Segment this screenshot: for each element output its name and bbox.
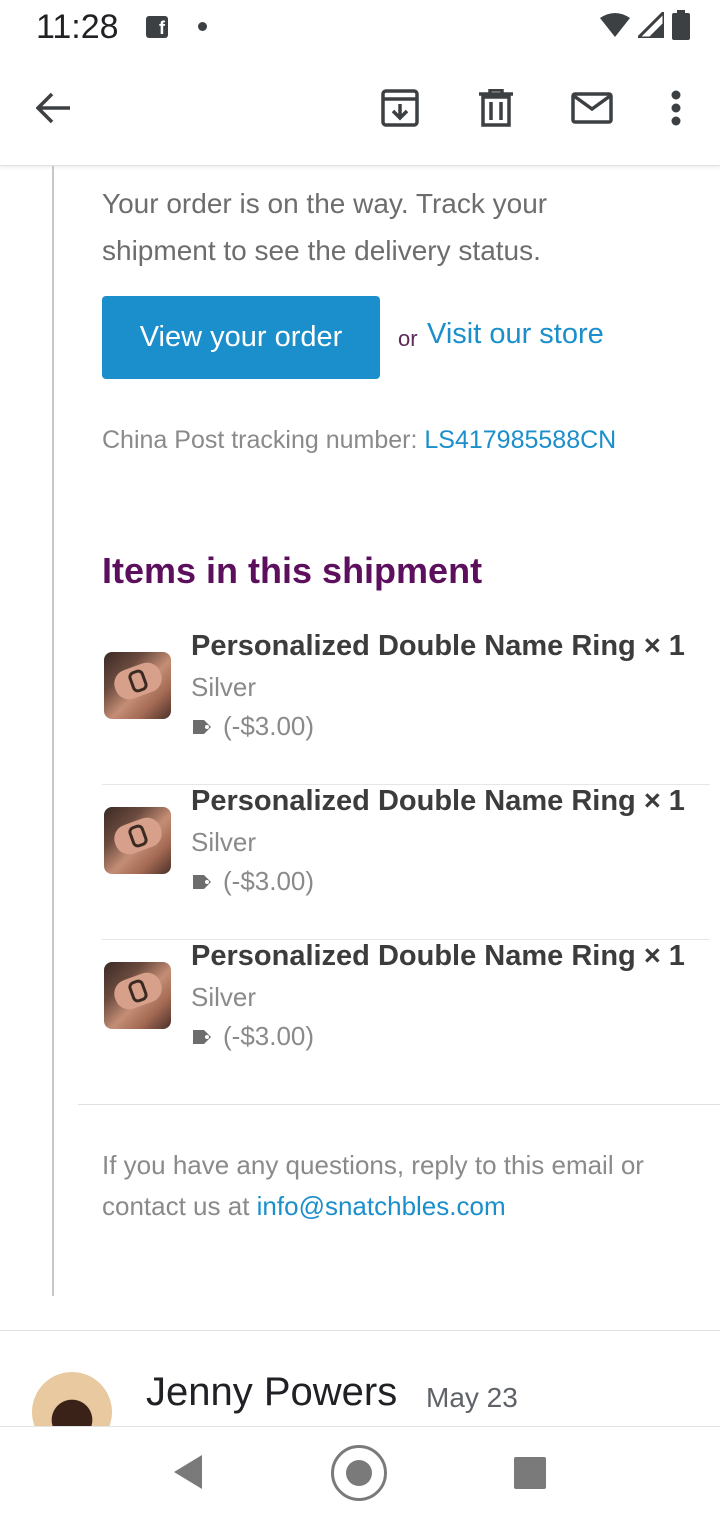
thread-line xyxy=(52,166,54,1296)
app-bar xyxy=(0,56,720,166)
nav-recents-icon[interactable] xyxy=(514,1457,546,1489)
item-name: Personalized Double Name Ring × 1 xyxy=(191,785,685,817)
view-order-button[interactable]: View your order xyxy=(102,296,380,379)
tag-icon xyxy=(193,874,211,889)
footer-divider xyxy=(78,1104,720,1105)
product-image xyxy=(104,807,171,874)
nav-back-icon[interactable] xyxy=(170,1453,204,1491)
item-name: Personalized Double Name Ring × 1 xyxy=(191,630,685,662)
item-discount: (-$3.00) xyxy=(191,866,314,897)
product-image xyxy=(104,652,171,719)
tracking-number-link[interactable]: LS417985588CN xyxy=(424,426,616,454)
delete-icon xyxy=(479,89,513,127)
status-time: 11:28 xyxy=(36,8,119,46)
visit-store-link[interactable]: Visit our store xyxy=(427,318,604,351)
archive-icon xyxy=(381,89,419,127)
status-bar: 11:28 f xyxy=(0,0,720,56)
battery-icon xyxy=(672,10,690,40)
more-options-button[interactable] xyxy=(646,78,706,138)
list-item[interactable]: Personalized Double Name Ring × 1 Silver… xyxy=(102,630,710,785)
item-discount: (-$3.00) xyxy=(191,1021,314,1052)
archive-button[interactable] xyxy=(370,78,430,138)
item-discount-value: (-$3.00) xyxy=(223,866,315,896)
product-image xyxy=(104,962,171,1029)
item-variant: Silver xyxy=(191,827,257,857)
tag-icon xyxy=(193,719,211,734)
status-icons xyxy=(600,10,690,40)
list-item[interactable]: Personalized Double Name Ring × 1 Silver… xyxy=(102,940,710,1095)
contact-email-link[interactable]: info@snatchbles.com xyxy=(257,1191,506,1221)
mail-icon xyxy=(571,92,613,124)
avatar xyxy=(32,1372,112,1426)
item-name: Personalized Double Name Ring × 1 xyxy=(191,940,685,972)
wifi-icon xyxy=(600,13,630,37)
footer-text: If you have any questions, reply to this… xyxy=(102,1145,702,1227)
tracking-line: China Post tracking number: LS417985588C… xyxy=(102,426,616,455)
item-discount-value: (-$3.00) xyxy=(223,711,315,741)
item-variant: Silver xyxy=(191,982,257,1012)
notification-dot-icon xyxy=(198,22,207,31)
message-date: May 23 xyxy=(426,1382,518,1413)
item-variant: Silver xyxy=(191,672,257,702)
intro-text: Your order is on the way. Track your shi… xyxy=(102,188,548,266)
signal-icon xyxy=(638,12,664,38)
tag-icon xyxy=(193,1029,211,1044)
system-nav-bar xyxy=(0,1426,720,1520)
mark-unread-button[interactable] xyxy=(562,78,622,138)
list-item[interactable]: Personalized Double Name Ring × 1 Silver… xyxy=(102,785,710,940)
nav-home-icon[interactable] xyxy=(331,1445,387,1501)
tracking-label: China Post tracking number: xyxy=(102,426,418,454)
back-button[interactable] xyxy=(24,78,84,138)
or-text: or xyxy=(398,326,418,351)
delete-button[interactable] xyxy=(466,78,526,138)
item-discount: (-$3.00) xyxy=(191,711,314,742)
next-message-header[interactable]: Jenny Powers May 23 xyxy=(0,1330,720,1426)
facebook-notification-icon: f xyxy=(146,16,168,38)
items-heading: Items in this shipment xyxy=(102,550,483,591)
item-discount-value: (-$3.00) xyxy=(223,1021,315,1051)
more-vert-icon xyxy=(671,90,681,126)
sender-name: Jenny Powers xyxy=(146,1370,398,1414)
back-arrow-icon xyxy=(36,92,70,124)
